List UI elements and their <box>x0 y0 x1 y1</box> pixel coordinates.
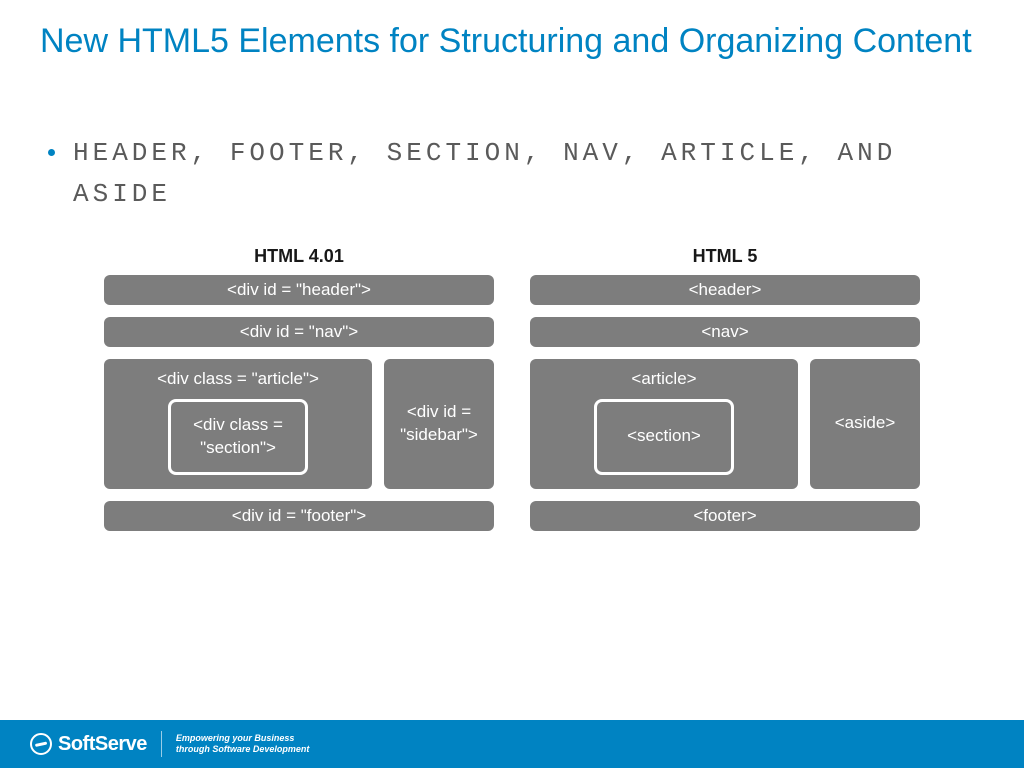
brand-logo: SoftServe <box>30 733 147 756</box>
bullet-text: Header, Footer, Section, Nav, Article, a… <box>73 133 953 216</box>
row-left-middle: <div class = "article"> <div class = "se… <box>104 359 494 489</box>
row-right-middle: <article> <section> <aside> <box>530 359 920 489</box>
bullet-row: Header, Footer, Section, Nav, Article, a… <box>0 63 1024 216</box>
box-right-aside: <aside> <box>810 359 920 489</box>
brand-name: SoftServe <box>58 733 147 756</box>
column-html5: HTML 5 <header> <nav> <article> <section… <box>530 246 920 543</box>
box-right-header: <header> <box>530 275 920 305</box>
box-left-nav: <div id = "nav"> <box>104 317 494 347</box>
tagline-line1: Empowering your Business <box>176 733 310 744</box>
bullet-icon <box>48 149 55 156</box>
box-left-header: <div id = "header"> <box>104 275 494 305</box>
brand-logo-icon <box>30 733 52 755</box>
box-left-article: <div class = "article"> <div class = "se… <box>104 359 372 489</box>
footer-inner: SoftServe Empowering your Business throu… <box>0 731 309 757</box>
box-left-section: <div class = "section"> <box>168 399 308 475</box>
column-title-right: HTML 5 <box>530 246 920 267</box>
slide-root: { "title": "New HTML5 Elements for Struc… <box>0 0 1024 768</box>
slide-title: New HTML5 Elements for Structuring and O… <box>0 0 1024 63</box>
box-right-article: <article> <section> <box>530 359 798 489</box>
box-left-footer: <div id = "footer"> <box>104 501 494 531</box>
tagline-line2: through Software Development <box>176 744 310 755</box>
box-right-footer: <footer> <box>530 501 920 531</box>
label-left-article: <div class = "article"> <box>157 369 319 389</box>
column-html401: HTML 4.01 <div id = "header"> <div id = … <box>104 246 494 543</box>
slide-footer: SoftServe Empowering your Business throu… <box>0 720 1024 768</box>
box-right-nav: <nav> <box>530 317 920 347</box>
label-right-article: <article> <box>631 369 696 389</box>
box-right-section: <section> <box>594 399 734 475</box>
comparison-diagram: HTML 4.01 <div id = "header"> <div id = … <box>0 246 1024 543</box>
footer-separator <box>161 731 162 757</box>
column-title-left: HTML 4.01 <box>104 246 494 267</box>
box-left-sidebar: <div id = "sidebar"> <box>384 359 494 489</box>
brand-tagline: Empowering your Business through Softwar… <box>176 733 310 756</box>
